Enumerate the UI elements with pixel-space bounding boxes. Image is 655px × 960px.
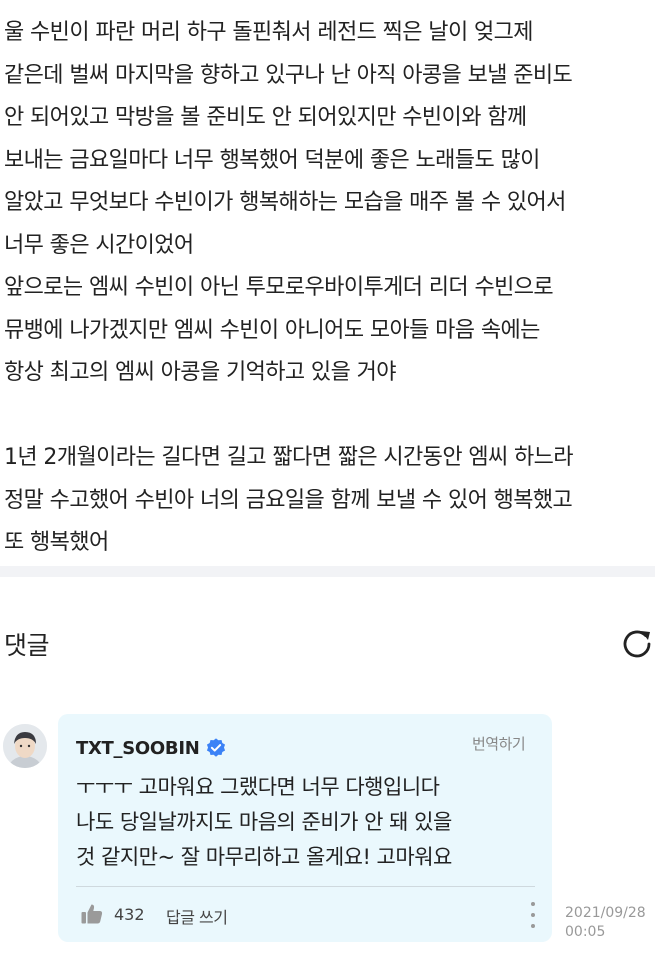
post-line: 알았고 무엇보다 수빈이가 행복해하는 모습을 매주 볼 수 있어서 [4,190,566,215]
post-line: 너무 좋은 시간이었어 [4,232,194,258]
thumbs-up-icon [81,904,103,924]
translate-button[interactable]: 번역하기 [472,733,526,754]
post-line: 항상 최고의 엠씨 아콩을 기억하고 있을 거야 [4,360,396,385]
like-button[interactable]: 432 [80,902,145,926]
avatar[interactable] [3,724,47,768]
comment-time: 00:05 [565,924,606,940]
verified-badge-icon [207,738,226,757]
author-name[interactable]: TXT_SOOBIN [76,738,200,759]
post-line: 울 수빈이 파란 머리 하구 돌핀춰서 레전드 찍은 날이 엊그제 [4,20,534,45]
like-count: 432 [114,904,145,924]
post-line: 보내는 금요일마다 너무 행복했어 덕분에 좋은 노래들도 많이 [4,147,540,173]
post-line: 정말 수고했어 수빈아 너의 금요일을 함께 보낼 수 있어 행복했고 [4,487,573,513]
section-divider [0,566,655,577]
reply-button[interactable]: 답글 쓰기 [166,904,228,928]
post-line: 같은데 벌써 마지막을 향하고 있구나 난 아직 아콩을 보낼 준비도 [4,62,573,88]
comment-line: 나도 당일날까지도 마음의 준비가 안 돼 있을 [76,810,452,834]
comment-line: 것 같지만~ 잘 마무리하고 올게요! 고마워요 [76,845,452,869]
comment-line: ㅜㅜㅜ 고마워요 그랬다면 너무 다행입니다 [76,775,440,799]
comments-title: 댓글 [4,631,50,660]
post-line: 안 되어있고 막방을 볼 준비도 안 되어있지만 수빈이와 함께 [4,105,527,130]
post-line: 또 행복했어 [4,530,109,555]
post-line: 앞으로는 엠씨 수빈이 아닌 투모로우바이투게더 리더 수빈으로 [4,275,554,300]
comment-author[interactable]: TXT_SOOBIN [76,737,227,759]
post-body: 울 수빈이 파란 머리 하구 돌핀춰서 레전드 찍은 날이 엊그제 같은데 벌써… [4,12,655,565]
more-vertical-icon[interactable] [527,902,539,928]
refresh-icon[interactable] [619,626,655,662]
post-line: 뮤뱅에 나가겠지만 엠씨 수빈이 아니어도 모아들 마음 속에는 [4,317,540,343]
post-line: 1년 2개월이라는 길다면 길고 짧다면 짧은 시간동안 엠씨 하느라 [4,445,574,470]
comment-timestamp: 2021/09/28 00:05 [565,904,646,942]
comment-date: 2021/09/28 [565,905,646,921]
comment-text: ㅜㅜㅜ 고마워요 그랬다면 너무 다행입니다 나도 당일날까지도 마음의 준비가… [76,770,452,875]
comment-divider [76,886,535,887]
